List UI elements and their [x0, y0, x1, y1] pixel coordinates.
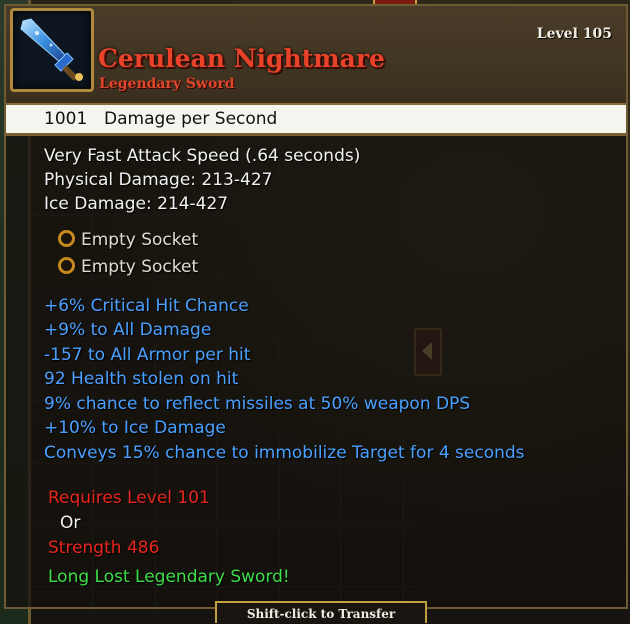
magic-stat: +10% to Ice Damage: [44, 418, 226, 438]
item-name: Cerulean Nightmare: [98, 44, 385, 73]
socket-slot: Empty Socket: [58, 230, 198, 250]
magic-stat: 92 Health stolen on hit: [44, 369, 239, 389]
socket-ring-icon: [58, 257, 75, 274]
sword-icon: [20, 18, 83, 81]
dps-value: 1001: [44, 109, 88, 129]
magic-stat: -157 to All Armor per hit: [44, 345, 251, 365]
transfer-hint: Shift-click to Transfer: [215, 601, 427, 623]
flavor-text: Long Lost Legendary Sword!: [48, 567, 290, 587]
socket-slot: Empty Socket: [58, 257, 198, 277]
item-type: Legendary Sword: [99, 76, 235, 92]
transfer-hint-label: Shift-click to Transfer: [246, 607, 396, 621]
magic-stat: Conveys 15% chance to immobilize Target …: [44, 443, 525, 463]
socket-ring-icon: [58, 230, 75, 247]
strength-requirement: Strength 486: [48, 538, 160, 558]
attack-speed-stat: Very Fast Attack Speed (.64 seconds): [44, 146, 361, 166]
item-icon-frame: [10, 8, 94, 92]
magic-stat: +9% to All Damage: [44, 320, 212, 340]
socket-label: Empty Socket: [81, 230, 199, 250]
item-level-label: Level 105: [536, 26, 612, 42]
ice-damage-stat: Ice Damage: 214-427: [44, 194, 229, 214]
dps-bar: 1001 Damage per Second: [6, 105, 626, 136]
requirement-or: Or: [60, 513, 81, 533]
magic-stat: 9% chance to reflect missiles at 50% wea…: [44, 394, 471, 414]
physical-damage-stat: Physical Damage: 213-427: [44, 170, 273, 190]
tooltip-header: Level 105 Cerulean Nightmare Legendary S…: [6, 6, 626, 105]
dps-label: Damage per Second: [104, 109, 278, 129]
socket-label: Empty Socket: [81, 257, 199, 277]
item-tooltip: Level 105 Cerulean Nightmare Legendary S…: [4, 4, 628, 609]
level-requirement: Requires Level 101: [48, 488, 210, 508]
magic-stat: +6% Critical Hit Chance: [44, 296, 249, 316]
